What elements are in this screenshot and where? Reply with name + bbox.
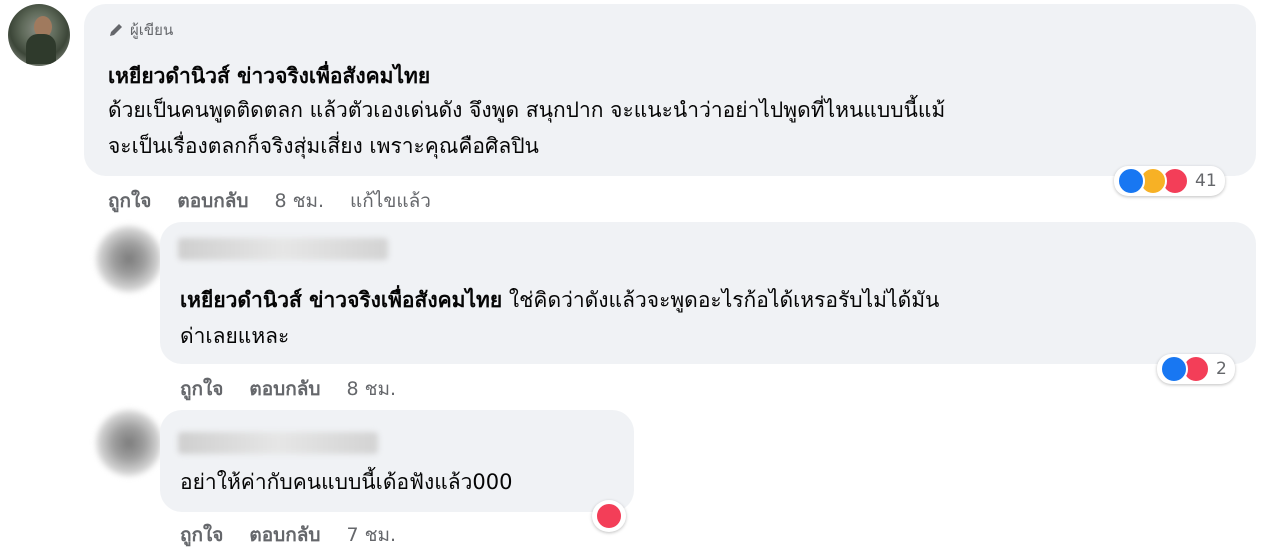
- reaction-count: 2: [1216, 359, 1227, 379]
- reply-author-name-blurred[interactable]: [178, 432, 378, 454]
- reply-button[interactable]: ตอบกลับ: [177, 186, 248, 216]
- timestamp[interactable]: 8 ชม.: [274, 186, 324, 216]
- reply-author-name-blurred[interactable]: [178, 238, 388, 260]
- comment-text-line-2: จะเป็นเรื่องตลกก็จริงสุ่มเสี่ยง เพราะคุณ…: [108, 134, 539, 158]
- reply-text: อย่าให้ค่ากับคนแบบนี้เด้อฟังแล้ว000: [180, 470, 513, 494]
- author-avatar[interactable]: [8, 4, 70, 66]
- commenter-name[interactable]: เหยียวดำนิวส์ ข่าวจริงเพื่อสังคมไทย: [108, 60, 430, 93]
- like-icon: [1117, 167, 1145, 195]
- avatar-body: [26, 34, 56, 64]
- tagged-name[interactable]: เหยียวดำนิวส์ ข่าวจริงเพื่อสังคมไทย: [180, 288, 502, 312]
- author-badge-label: ผู้เขียน: [130, 21, 174, 39]
- reply-avatar[interactable]: [96, 226, 162, 292]
- reply-button[interactable]: ตอบกลับ: [249, 374, 320, 404]
- reply-text-line-1: เหยียวดำนิวส์ ข่าวจริงเพื่อสังคมไทย ใช่ค…: [180, 282, 1240, 318]
- timestamp[interactable]: 8 ชม.: [346, 374, 396, 404]
- timestamp[interactable]: 7 ชม.: [346, 520, 396, 550]
- edited-label[interactable]: แก้ไขแล้ว: [350, 186, 431, 216]
- reaction-summary[interactable]: 41: [1114, 166, 1225, 196]
- like-icon: [1160, 355, 1188, 383]
- author-badge: ผู้เขียน: [108, 18, 173, 42]
- like-button[interactable]: ถูกใจ: [108, 186, 151, 216]
- like-button[interactable]: ถูกใจ: [180, 520, 223, 550]
- reply-actions: ถูกใจ ตอบกลับ 8 ชม.: [180, 374, 396, 404]
- reply-text-line-2: ด่าเลยแหละ: [180, 324, 290, 348]
- reply-actions: ถูกใจ ตอบกลับ 7 ชม.: [180, 520, 396, 550]
- love-icon: [595, 502, 623, 530]
- like-button[interactable]: ถูกใจ: [180, 374, 223, 404]
- reply-button[interactable]: ตอบกลับ: [249, 520, 320, 550]
- reaction-count: 41: [1195, 171, 1217, 191]
- comment-actions: ถูกใจ ตอบกลับ 8 ชม. แก้ไขแล้ว: [108, 186, 431, 216]
- pencil-icon: [110, 24, 122, 36]
- reply-text: ใช่คิดว่าดังแล้วจะพูดอะไรก้อได้เหรอรับไม…: [502, 288, 940, 312]
- reaction-summary[interactable]: 2: [1157, 354, 1235, 384]
- reaction-summary[interactable]: [592, 500, 626, 532]
- reply-avatar[interactable]: [96, 410, 162, 476]
- comment-text-line-1: ด้วยเป็นคนพูดติดตลก แล้วตัวเองเด่นดัง จึ…: [108, 98, 946, 122]
